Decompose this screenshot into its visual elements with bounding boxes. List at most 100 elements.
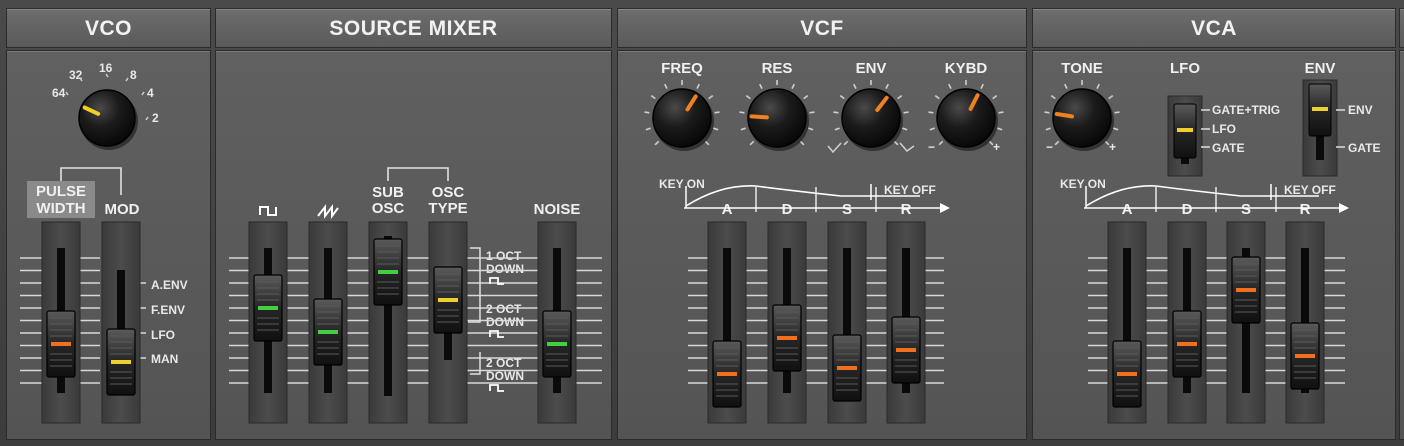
freq-knob-tick (654, 140, 660, 146)
pulse-width-fader[interactable] (41, 221, 81, 424)
env-knob-tick (834, 127, 840, 131)
pw-mod-bracket (60, 167, 122, 195)
vca-release-fader-led (1295, 354, 1315, 358)
freq-knob-tick (696, 83, 700, 89)
kybd-knob-tick (998, 111, 1004, 114)
res-knob-tick (808, 127, 814, 131)
res-knob-tick (799, 140, 805, 146)
noise-level-fader[interactable] (537, 221, 577, 424)
res-knob-pointer (749, 114, 769, 120)
freq-knob-tick (650, 95, 656, 100)
pulse-level-fader-led (258, 306, 278, 310)
pulse-level-fader[interactable] (248, 221, 288, 424)
vca-attack-fader[interactable] (1107, 221, 1147, 424)
freq-knob-tick (645, 127, 651, 131)
sub-osc-level-fader[interactable] (368, 221, 408, 424)
osc-type-switch[interactable] (428, 221, 468, 424)
kybd-knob-tick (997, 127, 1003, 131)
freq-knob-tick (704, 140, 710, 146)
osc-type-wave-icon (489, 330, 504, 338)
tone-knob-tick (1108, 95, 1114, 100)
sawtooth-wave-icon (317, 204, 339, 219)
freq-knob-body[interactable] (652, 88, 712, 148)
vca-release-fader[interactable] (1285, 221, 1325, 424)
tone-knob-tick (1050, 95, 1056, 100)
env-trig-led (1177, 128, 1193, 132)
saw-level-fader-led (318, 330, 338, 334)
vcf-attack-fader-led (717, 372, 737, 376)
freq-knob-tick (714, 111, 720, 114)
osc-type-switch-led (438, 298, 458, 302)
kybd-knob-body[interactable] (936, 88, 996, 148)
vcf-adsr-baseline-arrow (940, 203, 950, 213)
kybd-knob-tick (948, 83, 952, 89)
tone-knob-tick (1096, 83, 1100, 89)
tone-knob-tick (1114, 111, 1120, 114)
vcf-release-fader-led (896, 348, 916, 352)
vca-adsr-curve (1085, 185, 1319, 207)
env-knob-tick (853, 83, 857, 89)
res-knob-tick (803, 95, 809, 100)
vcf-release-fader[interactable] (886, 221, 926, 424)
res-knob[interactable] (739, 80, 815, 151)
vca-sustain-fader[interactable] (1226, 221, 1266, 424)
mod-source-switch-led (111, 360, 131, 364)
res-knob-tick (759, 83, 763, 89)
tone-knob[interactable] (1044, 80, 1120, 151)
range-tick (105, 73, 109, 78)
env-knob-tick (885, 83, 889, 89)
env-knob-body[interactable] (841, 88, 901, 148)
tone-knob-tick (1045, 127, 1051, 131)
range-knob[interactable] (78, 89, 138, 150)
res-knob-tick (749, 140, 755, 146)
vca-mode-led (1312, 107, 1328, 111)
range-tick (79, 77, 83, 82)
vca-mode-switch[interactable] (1302, 79, 1345, 177)
pulse-width-fader-led (51, 342, 71, 346)
res-knob-tick (791, 83, 795, 89)
freq-knob-tick (708, 95, 714, 100)
vca-attack-fader-led (1117, 372, 1137, 376)
freq-knob-tick (644, 111, 650, 114)
range-knob-body[interactable] (78, 89, 136, 147)
range-tick (125, 77, 129, 82)
env-knob[interactable] (833, 80, 909, 151)
kybd-knob-tick (928, 111, 934, 114)
env-knob-tick (833, 111, 839, 114)
vca-decay-fader-led (1177, 342, 1197, 346)
vcf-decay-fader[interactable] (767, 221, 807, 424)
mod-source-switch[interactable] (101, 221, 141, 424)
res-knob-tick (739, 111, 745, 114)
tone-knob-tick (1064, 83, 1068, 89)
env-trig-switch[interactable] (1167, 95, 1210, 177)
env-knob-tick (843, 140, 849, 146)
tone-knob-body[interactable] (1052, 88, 1112, 148)
kybd-knob[interactable] (928, 80, 1004, 151)
vca-decay-fader[interactable] (1167, 221, 1207, 424)
tone-knob-tick (1104, 140, 1110, 146)
env-knob-tick (893, 140, 899, 146)
freq-knob[interactable] (644, 80, 720, 151)
sub-osc-bracket (387, 167, 449, 181)
vca-adsr-baseline-arrow (1339, 203, 1349, 213)
env-knob-tick (903, 111, 909, 114)
res-knob-tick (740, 127, 746, 131)
vcf-attack-fader[interactable] (707, 221, 747, 424)
res-knob-tick (745, 95, 751, 100)
vcf-sustain-fader[interactable] (827, 221, 867, 424)
saw-level-fader[interactable] (308, 221, 348, 424)
env-knob-tick (897, 95, 903, 100)
tone-knob-tick (1044, 111, 1050, 114)
kybd-knob-tick (988, 140, 994, 146)
kybd-knob-tick (929, 127, 935, 131)
vca-sustain-fader-led (1236, 288, 1256, 292)
vcf-decay-fader-led (777, 336, 797, 340)
osc-type-wave-icon (489, 384, 504, 392)
sub-osc-level-fader-led (378, 270, 398, 274)
range-tick (141, 91, 145, 96)
env-knob-tick (902, 127, 908, 131)
controls-graphics (20, 73, 1349, 424)
env-knob-tick (839, 95, 845, 100)
kybd-knob-tick (992, 95, 998, 100)
tone-knob-pointer (1054, 112, 1074, 119)
